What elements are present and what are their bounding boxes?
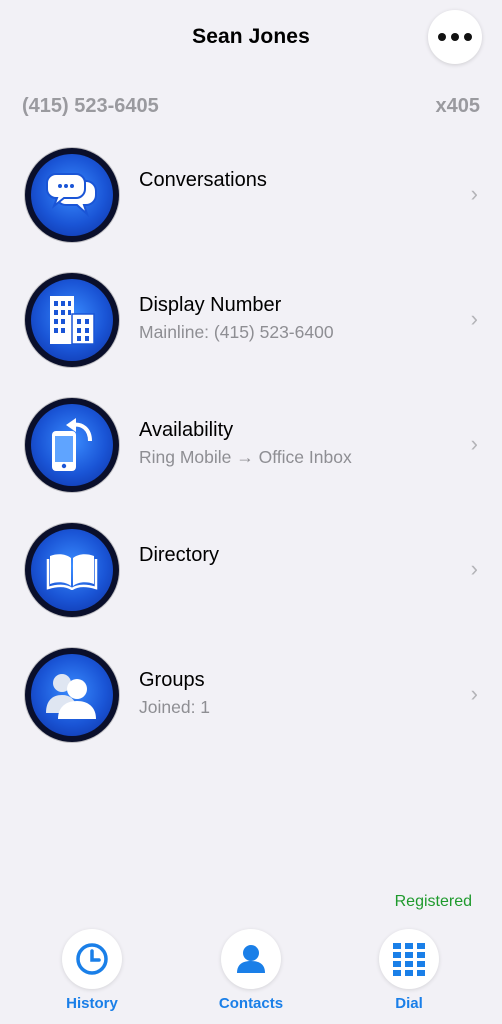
menu-item-label: Groups bbox=[139, 669, 205, 691]
menu-item-groups[interactable]: Groups Joined: 1 › bbox=[0, 645, 502, 745]
menu-item-display-number[interactable]: Display Number Mainline: (415) 523-6400 … bbox=[0, 270, 502, 370]
page-title: Sean Jones bbox=[192, 25, 310, 48]
ellipsis-icon bbox=[438, 33, 446, 41]
chat-bubbles-icon bbox=[46, 173, 97, 218]
tab-label: History bbox=[66, 995, 118, 1012]
tab-bar: History Contacts Dial bbox=[0, 925, 502, 1024]
menu-item-subtitle: Ring Mobile → Office Inbox bbox=[139, 447, 352, 467]
keypad-icon bbox=[393, 943, 425, 976]
menu-item-label: Directory bbox=[139, 544, 220, 566]
more-options-button[interactable] bbox=[428, 10, 482, 64]
phone-forward-icon bbox=[52, 418, 92, 471]
book-icon bbox=[46, 554, 98, 590]
tab-history[interactable]: History bbox=[32, 929, 152, 1019]
chevron-right-icon: › bbox=[470, 181, 478, 206]
menu-item-label: Availability bbox=[139, 419, 234, 441]
tab-label: Dial bbox=[395, 995, 423, 1012]
phone-number: (415) 523-6405 bbox=[22, 95, 159, 117]
menu-item-subtitle: Mainline: (415) 523-6400 bbox=[139, 322, 334, 342]
clock-icon bbox=[76, 943, 108, 975]
menu-item-label: Conversations bbox=[139, 169, 267, 191]
tab-label: Contacts bbox=[218, 995, 284, 1012]
chevron-right-icon: › bbox=[470, 306, 478, 331]
building-icon bbox=[50, 296, 95, 345]
menu-item-subtitle: Joined: 1 bbox=[139, 697, 211, 717]
chevron-right-icon: › bbox=[470, 681, 478, 706]
chevron-right-icon: › bbox=[470, 431, 478, 456]
chevron-right-icon: › bbox=[470, 556, 478, 581]
users-icon bbox=[46, 674, 96, 719]
person-icon bbox=[237, 945, 265, 973]
menu-item-directory[interactable]: Directory › bbox=[0, 520, 502, 620]
menu-item-conversations[interactable]: Conversations › bbox=[0, 145, 502, 245]
header: Sean Jones bbox=[0, 0, 502, 80]
menu-item-availability[interactable]: Availability Ring Mobile → Office Inbox … bbox=[0, 395, 502, 495]
tab-dial[interactable]: Dial bbox=[349, 929, 469, 1019]
tab-contacts[interactable]: Contacts bbox=[191, 929, 311, 1019]
registration-status: Registered bbox=[394, 893, 472, 910]
menu-item-label: Display Number bbox=[139, 294, 282, 316]
extension: x405 bbox=[435, 95, 481, 117]
